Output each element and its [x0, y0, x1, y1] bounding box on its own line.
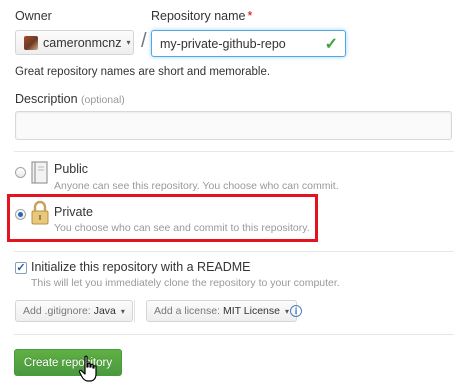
- description-input[interactable]: [15, 111, 452, 140]
- description-label: Description (optional): [15, 92, 125, 106]
- book-icon: [31, 161, 48, 184]
- info-icon[interactable]: i: [290, 305, 302, 317]
- repo-name-label-text: Repository name: [151, 9, 246, 23]
- public-radio[interactable]: [15, 167, 26, 178]
- chevron-down-icon: ▾: [126, 38, 131, 47]
- owner-repo-separator: /: [141, 30, 147, 52]
- private-note: You choose who can see and commit to thi…: [54, 222, 310, 234]
- readme-note: This will let you immediately clone the …: [31, 277, 340, 289]
- gitignore-prefix: Add .gitignore:: [23, 305, 91, 317]
- lock-icon: [31, 200, 49, 225]
- gitignore-value: Java: [93, 305, 116, 317]
- chevron-down-icon: ▾: [284, 306, 289, 316]
- private-title: Private: [54, 205, 93, 219]
- divider: [14, 334, 454, 335]
- hand-cursor-icon: [78, 355, 97, 382]
- select-separator: [134, 300, 135, 322]
- gitignore-select[interactable]: Add .gitignore: Java ▾: [15, 300, 133, 322]
- private-radio[interactable]: [15, 209, 26, 220]
- license-prefix: Add a license:: [154, 305, 220, 317]
- divider: [14, 251, 454, 252]
- owner-value: cameronmcnz: [43, 35, 122, 50]
- license-value: MIT License: [222, 305, 280, 317]
- check-icon: ✓: [324, 36, 338, 53]
- owner-label: Owner: [15, 9, 52, 23]
- repo-name-input[interactable]: my-private-github-repo ✓: [151, 30, 346, 57]
- readme-label: Initialize this repository with a README: [31, 260, 251, 274]
- public-note: Anyone can see this repository. You choo…: [54, 180, 339, 192]
- chevron-down-icon: ▾: [120, 306, 125, 316]
- owner-select[interactable]: cameronmcnz ▾: [15, 30, 134, 55]
- repo-name-hint: Great repository names are short and mem…: [15, 66, 271, 78]
- repo-name-value: my-private-github-repo: [160, 36, 286, 51]
- divider: [14, 151, 454, 152]
- optional-label: (optional): [81, 94, 125, 106]
- repo-name-label: Repository name *: [151, 9, 252, 23]
- public-title: Public: [54, 162, 89, 176]
- license-select[interactable]: Add a license: MIT License ▾: [146, 300, 297, 322]
- readme-checkbox[interactable]: ✓: [15, 262, 27, 274]
- avatar: [24, 35, 38, 50]
- description-label-text: Description: [15, 92, 78, 106]
- create-repository-button[interactable]: Create repository: [14, 349, 122, 376]
- required-mark: *: [247, 9, 253, 23]
